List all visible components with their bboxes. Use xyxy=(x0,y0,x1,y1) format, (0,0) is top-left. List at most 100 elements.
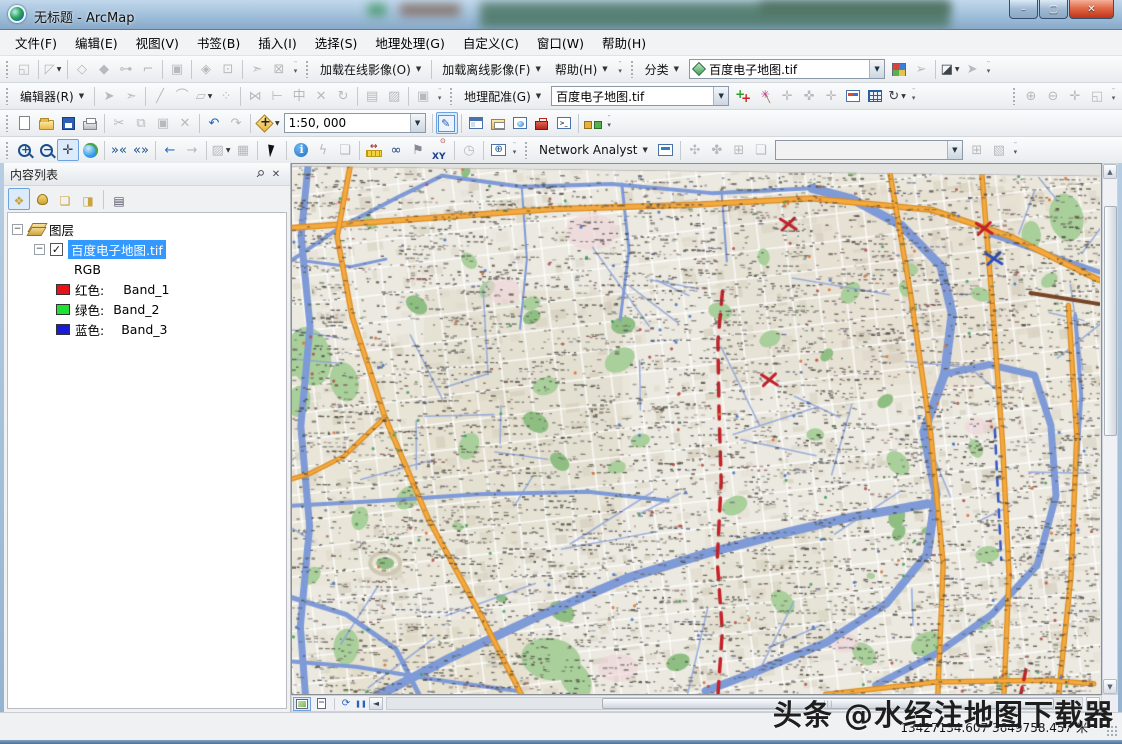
table-of-contents-icon[interactable] xyxy=(465,112,487,134)
close-button[interactable]: ✕ xyxy=(1069,0,1114,19)
back-extent-icon[interactable]: ← xyxy=(159,139,181,161)
find-icon[interactable]: ∞ xyxy=(385,139,407,161)
load-online-imagery-button[interactable]: 加载在线影像(O)▼ xyxy=(313,59,428,80)
toolbar-overflow-icon[interactable]: ¨▾ xyxy=(434,86,445,106)
identify-icon[interactable] xyxy=(290,139,312,161)
catalog-window-icon[interactable] xyxy=(487,112,509,134)
menu-7[interactable]: 地理处理(G) xyxy=(366,30,453,55)
toolbar-grip[interactable] xyxy=(1012,87,1017,105)
open-document-icon[interactable] xyxy=(35,112,57,134)
minimize-button[interactable]: – xyxy=(1009,0,1038,19)
toolbar-overflow-icon[interactable]: ¨▾ xyxy=(983,59,994,79)
fixed-zoom-out-icon[interactable]: «» xyxy=(130,139,152,161)
scroll-right-icon[interactable]: ► xyxy=(1086,697,1100,710)
vertical-scrollbar[interactable]: ▲ ▼ xyxy=(1102,163,1118,695)
georeferencing-layer-combo[interactable]: 百度电子地图.tif▼ xyxy=(551,86,729,106)
georeferencing-menu-button[interactable]: 地理配准(G)▼ xyxy=(457,86,548,107)
menu-8[interactable]: 自定义(C) xyxy=(454,30,528,55)
vertical-scrollbar-thumb[interactable] xyxy=(1104,206,1117,436)
resize-grip[interactable] xyxy=(1106,725,1118,737)
toolbar-grip[interactable] xyxy=(524,141,529,159)
toolbar-overflow-icon[interactable]: ¨▾ xyxy=(1010,140,1021,160)
scroll-down-icon[interactable]: ▼ xyxy=(1103,679,1117,694)
horizontal-scrollbar-thumb[interactable]: ||| xyxy=(602,698,1054,709)
select-elements-icon[interactable] xyxy=(261,139,283,161)
layer-visibility-checkbox[interactable]: ✓ xyxy=(50,243,63,256)
new-document-icon[interactable] xyxy=(13,112,35,134)
toolbar-overflow-icon[interactable]: ¨▾ xyxy=(615,59,626,79)
menu-6[interactable]: 选择(S) xyxy=(306,30,367,55)
find-route-icon[interactable]: ⚑ xyxy=(407,139,429,161)
add-control-points-icon[interactable] xyxy=(732,85,754,107)
zoom-out-icon[interactable] xyxy=(35,139,57,161)
zoom-in-icon[interactable] xyxy=(13,139,35,161)
toolbar-overflow-icon[interactable]: ¨▾ xyxy=(604,113,615,133)
list-by-selection-icon[interactable] xyxy=(77,188,99,210)
viewer-window-icon[interactable] xyxy=(487,139,509,161)
pan-icon[interactable]: ✛ xyxy=(57,139,79,161)
maximize-button[interactable]: ▢ xyxy=(1039,0,1068,19)
editor-toolbar-toggle[interactable] xyxy=(436,112,458,134)
menu-2[interactable]: 编辑(E) xyxy=(66,30,127,55)
menu-4[interactable]: 书签(B) xyxy=(188,30,249,55)
data-view-button[interactable] xyxy=(293,697,311,711)
layout-view-button[interactable] xyxy=(312,697,330,711)
scroll-left-icon[interactable]: ◄ xyxy=(369,697,383,710)
network-analyst-menu-button[interactable]: Network Analyst▼ xyxy=(532,141,655,159)
print-icon[interactable] xyxy=(79,112,101,134)
toolbar-grip[interactable] xyxy=(449,87,454,105)
list-by-source-icon[interactable] xyxy=(31,188,53,210)
editor-menu-button[interactable]: 编辑器(R)▼ xyxy=(13,86,91,107)
collapse-icon[interactable]: − xyxy=(34,244,45,255)
toolbar-grip[interactable] xyxy=(305,60,310,78)
classify-layer-combo[interactable]: 百度电子地图.tif▼ xyxy=(689,59,885,79)
map-scale-combo[interactable]: 1:50, 000▼ xyxy=(284,113,426,133)
load-offline-imagery-button[interactable]: 加载离线影像(F)▼ xyxy=(435,59,548,80)
layer-name[interactable]: 百度电子地图.tif xyxy=(68,240,166,259)
menu-5[interactable]: 插入(I) xyxy=(249,30,305,55)
toc-options-icon[interactable] xyxy=(108,188,130,210)
auto-registration-icon[interactable] xyxy=(754,85,776,107)
classify-button[interactable]: 分类▼ xyxy=(638,59,686,80)
toolbar-grip[interactable] xyxy=(5,141,10,159)
refresh-view-button[interactable]: ⟳ xyxy=(339,698,353,709)
swipe-layer-icon[interactable]: ◪▼ xyxy=(939,58,961,80)
collapse-icon[interactable]: − xyxy=(12,224,23,235)
view-link-table-icon[interactable] xyxy=(842,85,864,107)
toolbar-overflow-icon[interactable]: ¨▾ xyxy=(509,140,520,160)
add-data-icon[interactable]: ▼ xyxy=(254,112,281,134)
toolbar-grip[interactable] xyxy=(5,114,10,132)
measure-icon[interactable] xyxy=(363,139,385,161)
map-canvas[interactable] xyxy=(292,164,1100,694)
layers-group-row[interactable]: − 图层 xyxy=(12,219,282,239)
toolbar-overflow-icon[interactable]: ¨▾ xyxy=(908,86,919,106)
horizontal-scrollbar[interactable]: ||| xyxy=(386,697,1083,710)
menu-1[interactable]: 文件(F) xyxy=(6,30,66,55)
search-window-icon[interactable] xyxy=(509,112,531,134)
goto-xy-icon[interactable] xyxy=(429,139,451,161)
toolbar-overflow-icon[interactable]: ¨▾ xyxy=(1108,86,1119,106)
python-window-icon[interactable] xyxy=(553,112,575,134)
rotate-georef-icon[interactable]: ↻▼ xyxy=(886,85,908,107)
toolbar-grip[interactable] xyxy=(5,60,10,78)
network-analyst-window-icon[interactable] xyxy=(655,139,677,161)
toolbar-grip[interactable] xyxy=(630,60,635,78)
menu-9[interactable]: 窗口(W) xyxy=(528,30,593,55)
imagery-help-button[interactable]: 帮助(H)▼ xyxy=(548,59,615,80)
menu-3[interactable]: 视图(V) xyxy=(127,30,188,55)
toolbar-overflow-icon[interactable]: ¨▾ xyxy=(290,59,301,79)
undo-icon[interactable]: ↶ xyxy=(203,112,225,134)
pause-drawing-button[interactable]: ❚❚ xyxy=(354,700,368,708)
fixed-zoom-in-icon[interactable]: »« xyxy=(108,139,130,161)
transformation-icon[interactable] xyxy=(864,85,886,107)
list-by-drawing-order-icon[interactable] xyxy=(8,188,30,210)
arctoolbox-icon[interactable] xyxy=(531,112,553,134)
image-analysis-icon[interactable] xyxy=(888,58,910,80)
layer-row[interactable]: − ✓ 百度电子地图.tif xyxy=(12,239,282,259)
full-extent-icon[interactable] xyxy=(79,139,101,161)
menu-10[interactable]: 帮助(H) xyxy=(593,30,655,55)
save-document-icon[interactable] xyxy=(57,112,79,134)
list-by-visibility-icon[interactable] xyxy=(54,188,76,210)
modelbuilder-icon[interactable] xyxy=(582,112,604,134)
scroll-up-icon[interactable]: ▲ xyxy=(1103,164,1117,179)
